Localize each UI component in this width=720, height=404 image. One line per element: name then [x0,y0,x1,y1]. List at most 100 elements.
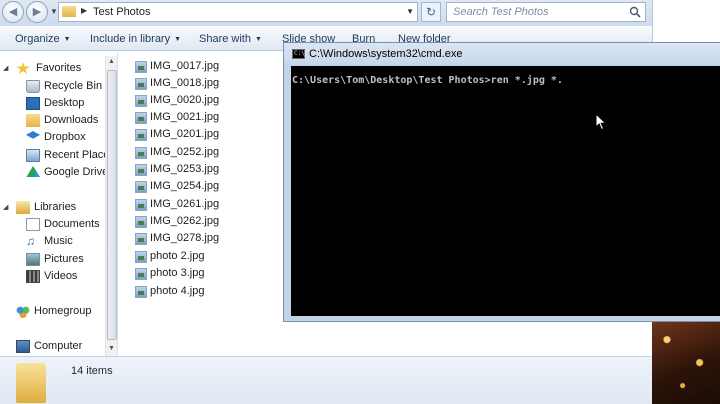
scroll-up-icon[interactable]: ▲ [108,58,115,65]
cmd-window[interactable]: C:\ C:\Windows\system32\cmd.exe C:\Users… [283,42,720,322]
folder-icon [16,363,46,403]
nav-videos-label: Videos [44,270,78,282]
search-icon[interactable] [629,6,641,18]
libraries-icon [16,201,30,214]
address-box[interactable]: ▶ Test Photos ▼ [58,2,418,22]
recent-pages-dropdown-icon[interactable]: ▼ [50,7,58,16]
documents-icon [26,218,40,231]
address-bar: ◀ ▶ ▼ ▶ Test Photos ▼ ↻ Search Test Phot… [0,0,652,26]
nav-pictures-label: Pictures [44,253,84,265]
file-name: IMG_0018.jpg [150,77,220,89]
breadcrumb-current-folder[interactable]: Test Photos [93,6,150,18]
image-file-icon [135,95,147,107]
breadcrumb-arrow-icon[interactable]: ▶ [81,6,87,15]
image-file-icon [135,286,147,298]
nav-pane-scrollbar[interactable]: ▲ ▼ [105,56,117,356]
nav-recycle-bin[interactable]: Recycle Bin [26,79,106,95]
cmd-icon[interactable]: C:\ [292,49,305,59]
image-file-icon [135,251,147,263]
include-in-library-button[interactable]: Include in library ▼ [90,33,181,45]
nav-recycle-bin-label: Recycle Bin [44,80,103,92]
organize-label: Organize [15,33,60,45]
image-file-icon [135,78,147,90]
back-button[interactable]: ◀ [2,1,24,23]
cmd-console[interactable]: C:\Users\Tom\Desktop\Test Photos>ren *.j… [291,66,720,316]
file-name: photo 2.jpg [150,250,205,262]
recycle-bin-icon [26,80,40,93]
computer-icon [16,340,30,353]
nav-music[interactable]: ♫ Music [26,234,106,250]
share-with-button[interactable]: Share with ▼ [199,33,262,45]
file-name: photo 4.jpg [150,285,205,297]
nav-dropbox-label: Dropbox [44,131,86,143]
address-dropdown-icon[interactable]: ▼ [406,7,414,16]
cmd-titlebar[interactable]: C:\ C:\Windows\system32\cmd.exe [284,43,720,65]
command-line-text: C:\Users\Tom\Desktop\Test Photos>ren *.j… [292,75,563,86]
file-name: IMG_0278.jpg [150,232,220,244]
file-name: photo 3.jpg [150,267,205,279]
image-file-icon [135,164,147,176]
videos-icon [26,270,40,283]
file-name: IMG_0253.jpg [150,163,220,175]
file-name: IMG_0020.jpg [150,94,220,106]
image-file-icon [135,233,147,245]
image-file-icon [135,268,147,280]
search-placeholder: Search Test Photos [453,6,549,18]
cmd-window-title: C:\Windows\system32\cmd.exe [309,48,463,60]
nav-homegroup-label: Homegroup [34,305,92,317]
nav-downloads-label: Downloads [44,114,99,126]
star-icon [16,62,30,74]
homegroup-icon [16,305,30,318]
nav-favorites[interactable]: ◢ Favorites [3,61,103,77]
image-file-icon [135,61,147,73]
desktop-background [652,312,720,404]
refresh-button[interactable]: ↻ [421,2,441,22]
dropbox-icon [26,131,40,139]
collapse-icon[interactable]: ◢ [3,203,8,211]
nav-libraries-label: Libraries [34,201,77,213]
chevron-down-icon: ▼ [174,36,182,43]
downloads-folder-icon [26,114,40,127]
nav-libraries[interactable]: ◢ Libraries [3,200,103,216]
nav-downloads[interactable]: Downloads [26,113,106,129]
nav-videos[interactable]: Videos [26,269,106,285]
nav-computer[interactable]: Computer [16,339,106,355]
music-icon: ♫ [26,234,35,248]
file-name: IMG_0201.jpg [150,128,220,140]
nav-documents[interactable]: Documents [26,217,106,233]
image-file-icon [135,112,147,124]
share-with-label: Share with [199,33,251,45]
image-file-icon [135,199,147,211]
nav-google-drive[interactable]: Google Drive [26,165,109,181]
pictures-icon [26,253,40,266]
nav-homegroup[interactable]: Homegroup [16,304,106,320]
navigation-pane: ◢ Favorites Recycle Bin Desktop Download… [0,52,118,356]
file-name: IMG_0017.jpg [150,60,220,72]
file-name: IMG_0261.jpg [150,198,220,210]
file-name: IMG_0021.jpg [150,111,220,123]
chevron-down-icon: ▼ [63,36,71,43]
image-file-icon [135,129,147,141]
folder-icon [62,6,76,17]
image-file-icon [135,147,147,159]
nav-dropbox[interactable]: Dropbox [26,130,106,146]
nav-google-drive-label: Google Drive [44,166,109,178]
nav-documents-label: Documents [44,218,100,230]
file-name: IMG_0252.jpg [150,146,220,158]
item-count: 14 items [71,365,113,377]
image-file-icon [135,216,147,228]
nav-music-label: Music [44,235,73,247]
nav-recent-places[interactable]: Recent Places [26,148,115,164]
recent-places-icon [26,149,40,162]
scroll-down-icon[interactable]: ▼ [108,345,115,352]
collapse-icon[interactable]: ◢ [3,64,8,72]
nav-desktop[interactable]: Desktop [26,96,106,112]
mouse-pointer-icon [595,113,607,131]
forward-button[interactable]: ▶ [26,1,48,23]
nav-favorites-label: Favorites [36,62,82,74]
search-input[interactable]: Search Test Photos [446,2,646,22]
organize-button[interactable]: Organize ▼ [15,33,71,45]
nav-pictures[interactable]: Pictures [26,252,106,268]
scrollbar-thumb[interactable] [107,70,117,340]
file-name: IMG_0262.jpg [150,215,220,227]
